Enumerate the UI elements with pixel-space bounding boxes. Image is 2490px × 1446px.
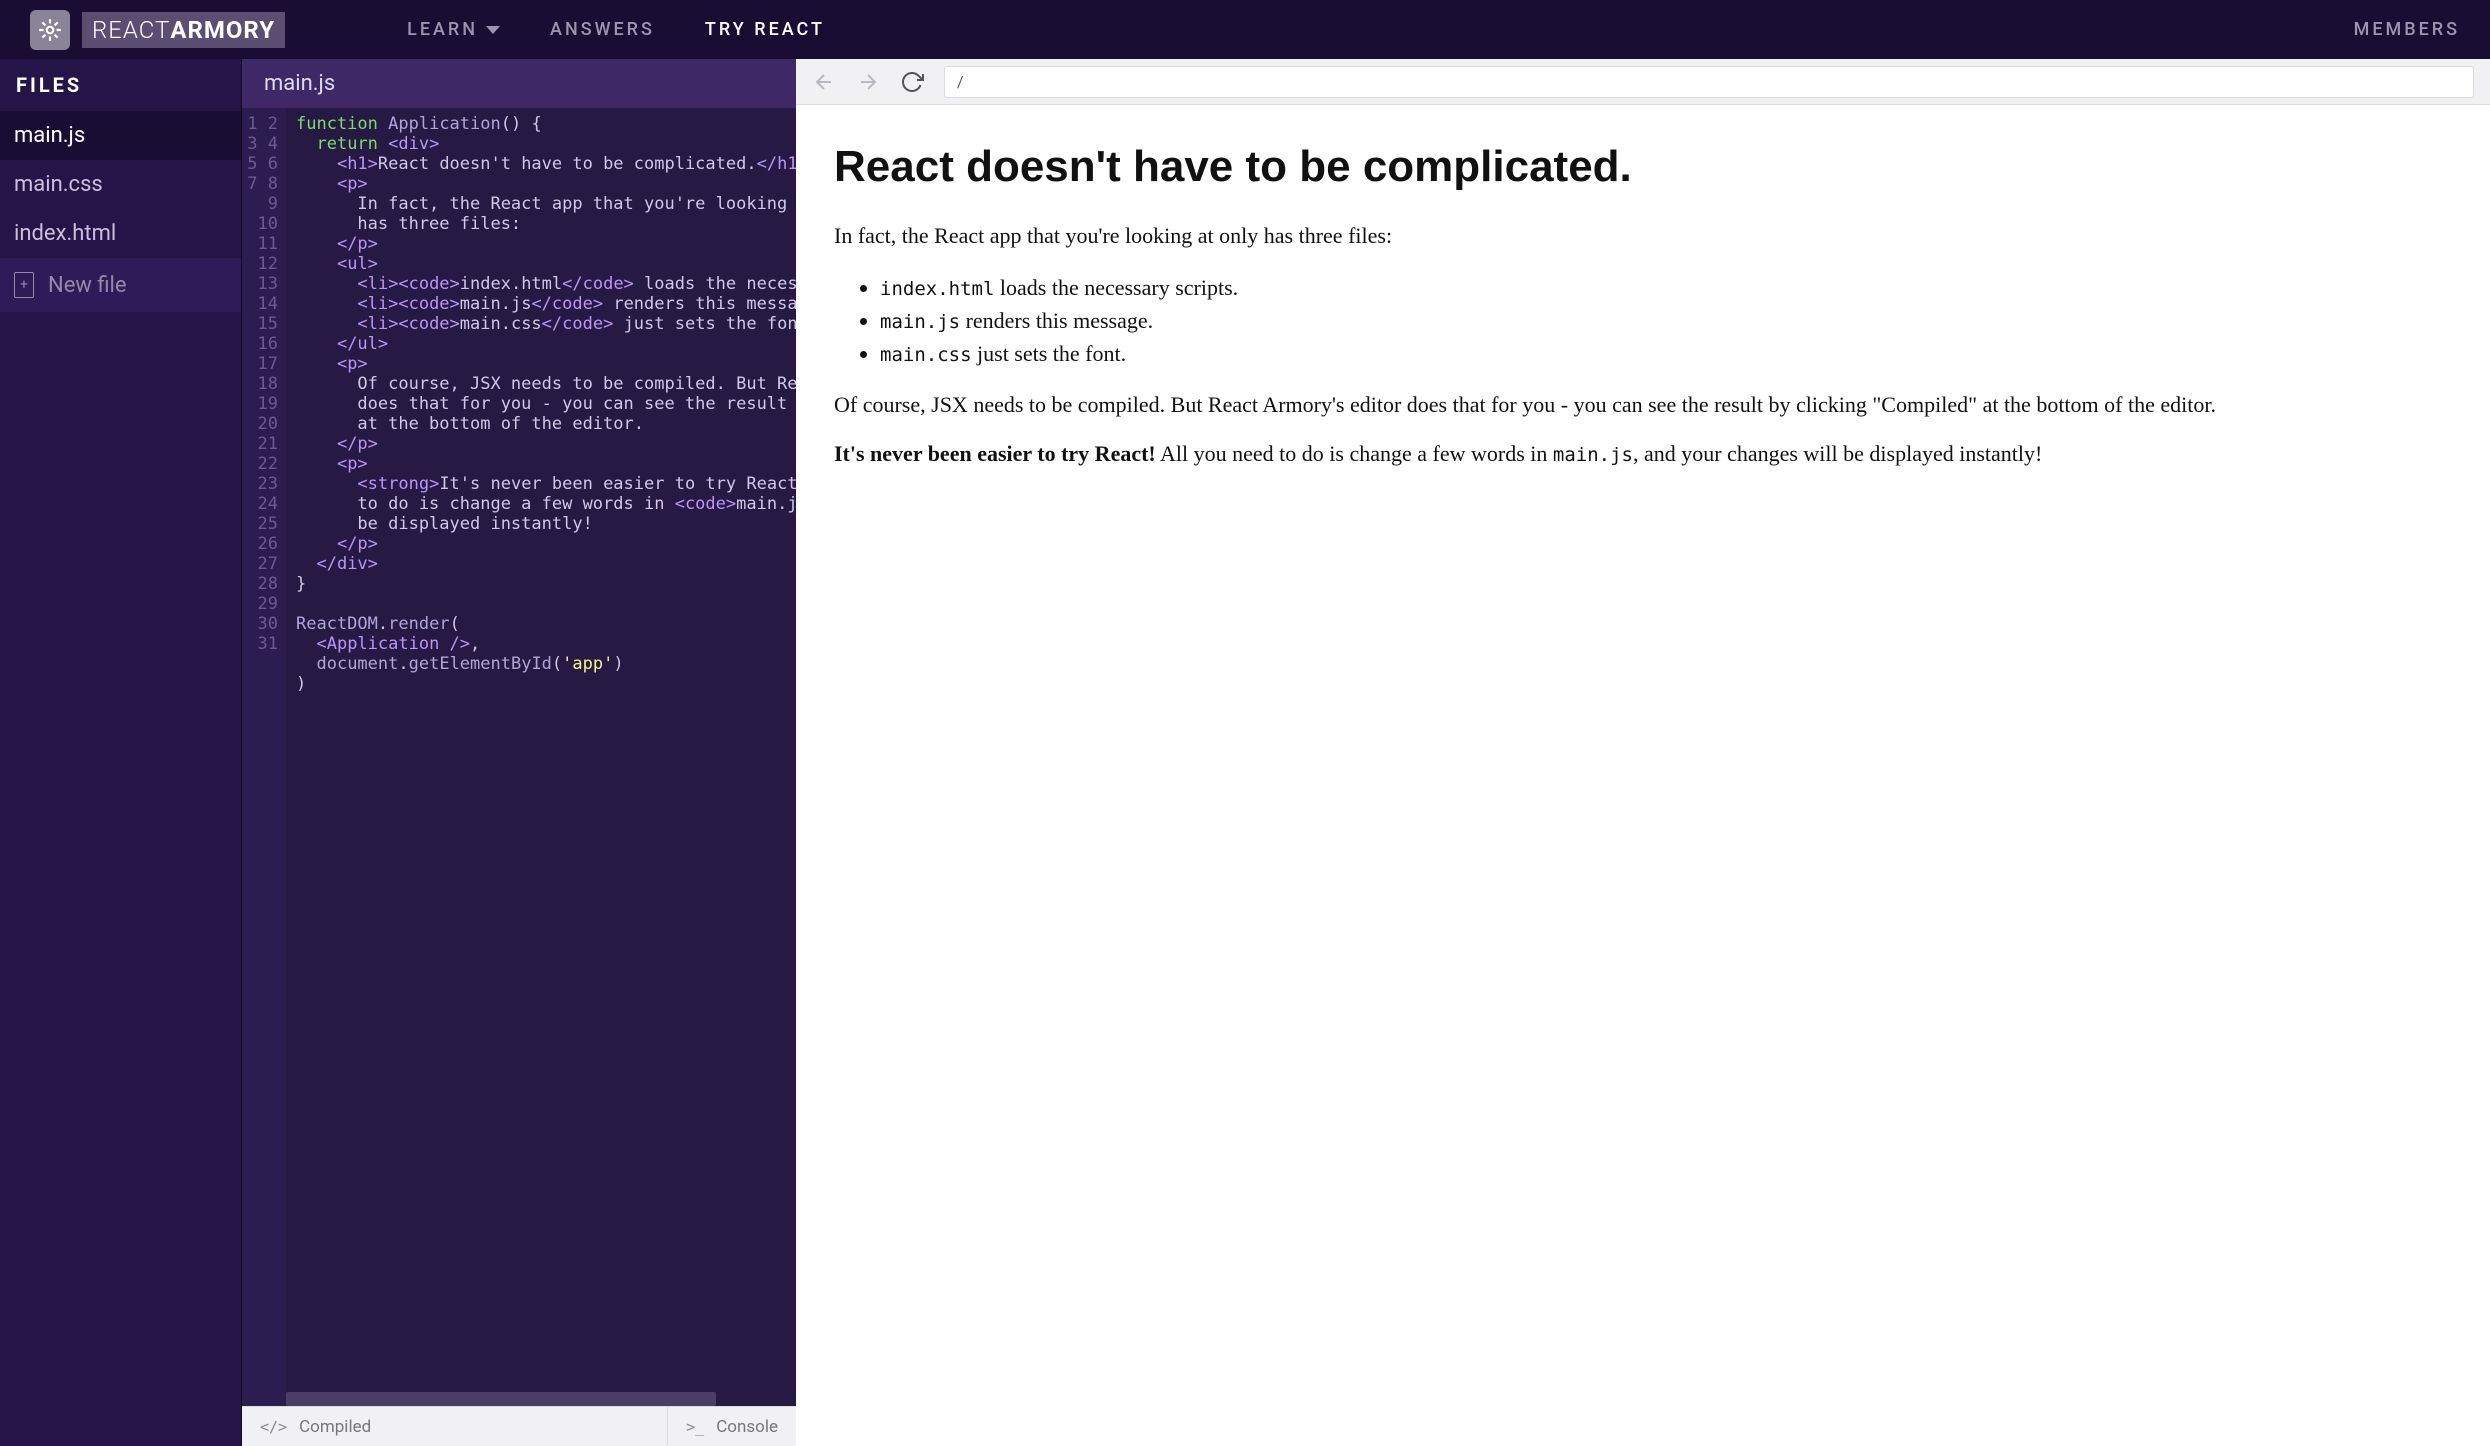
editor-column: main.js 1 2 3 4 5 6 7 8 9 10 11 12 13 14…	[241, 59, 796, 1446]
preview-p3: It's never been easier to try React! All…	[834, 439, 2452, 469]
preview-toolbar: /	[796, 59, 2490, 105]
back-icon[interactable]	[812, 70, 836, 94]
nav-try-react[interactable]: TRY REACT	[705, 19, 825, 40]
code-inline: index.html	[880, 278, 994, 300]
forward-icon[interactable]	[856, 70, 880, 94]
chevron-down-icon	[486, 26, 500, 34]
main-area: FILES main.jsmain.cssindex.html New file…	[0, 59, 2490, 1446]
app-header: REACTARMORY LEARN ANSWERS TRY REACT MEMB…	[0, 0, 2490, 59]
url-text: /	[957, 72, 964, 91]
new-file-button[interactable]: New file	[0, 258, 241, 312]
code-inline: main.js	[1553, 444, 1633, 466]
nav-answers[interactable]: ANSWERS	[550, 19, 655, 40]
preview-p3-strong: It's never been easier to try React!	[834, 441, 1156, 466]
brand[interactable]: REACTARMORY	[30, 10, 285, 50]
list-item: main.js renders this message.	[880, 304, 2452, 337]
preview-heading: React doesn't have to be complicated.	[834, 141, 2452, 193]
new-file-icon	[14, 272, 34, 298]
editor-gutter: 1 2 3 4 5 6 7 8 9 10 11 12 13 14 15 16 1…	[242, 108, 286, 1406]
new-file-label: New file	[48, 273, 127, 298]
file-item-main-js[interactable]: main.js	[0, 111, 241, 160]
code-editor[interactable]: 1 2 3 4 5 6 7 8 9 10 11 12 13 14 15 16 1…	[242, 108, 796, 1406]
main-nav: LEARN ANSWERS TRY REACT	[407, 19, 825, 40]
list-item: index.html loads the necessary scripts.	[880, 271, 2452, 304]
editor-code[interactable]: function Application() { return <div> <h…	[286, 108, 796, 1406]
file-item-main-css[interactable]: main.css	[0, 160, 241, 209]
files-sidebar: FILES main.jsmain.cssindex.html New file	[0, 59, 241, 1446]
compiled-label: Compiled	[299, 1417, 371, 1437]
console-label: Console	[716, 1417, 778, 1437]
reload-icon[interactable]	[900, 70, 924, 94]
terminal-icon: >_	[686, 1418, 704, 1436]
horizontal-scrollbar[interactable]	[286, 1392, 716, 1406]
brand-logo-icon	[30, 10, 70, 50]
preview-p1: In fact, the React app that you're looki…	[834, 221, 2452, 251]
editor-footer: </> Compiled >_ Console	[242, 1406, 796, 1446]
nav-learn-label: LEARN	[407, 19, 478, 40]
url-bar[interactable]: /	[944, 66, 2474, 98]
code-icon: </>	[260, 1418, 287, 1436]
preview-column: / React doesn't have to be complicated. …	[796, 59, 2490, 1446]
editor-tab-mainjs[interactable]: main.js	[242, 59, 796, 108]
preview-p2: Of course, JSX needs to be compiled. But…	[834, 390, 2452, 420]
nav-learn[interactable]: LEARN	[407, 19, 500, 40]
nav-members[interactable]: MEMBERS	[2354, 19, 2460, 40]
files-header: FILES	[0, 59, 241, 111]
file-item-index-html[interactable]: index.html	[0, 209, 241, 258]
console-toggle[interactable]: >_ Console	[668, 1407, 796, 1446]
code-inline: main.css	[880, 344, 972, 366]
code-inline: main.js	[880, 311, 960, 333]
preview-file-list: index.html loads the necessary scripts. …	[880, 271, 2452, 370]
nav-right: MEMBERS	[2354, 19, 2460, 40]
brand-wordmark: REACTARMORY	[82, 12, 285, 48]
list-item: main.css just sets the font.	[880, 337, 2452, 370]
preview-body: React doesn't have to be complicated. In…	[796, 105, 2490, 1446]
compiled-toggle[interactable]: </> Compiled	[242, 1407, 668, 1446]
